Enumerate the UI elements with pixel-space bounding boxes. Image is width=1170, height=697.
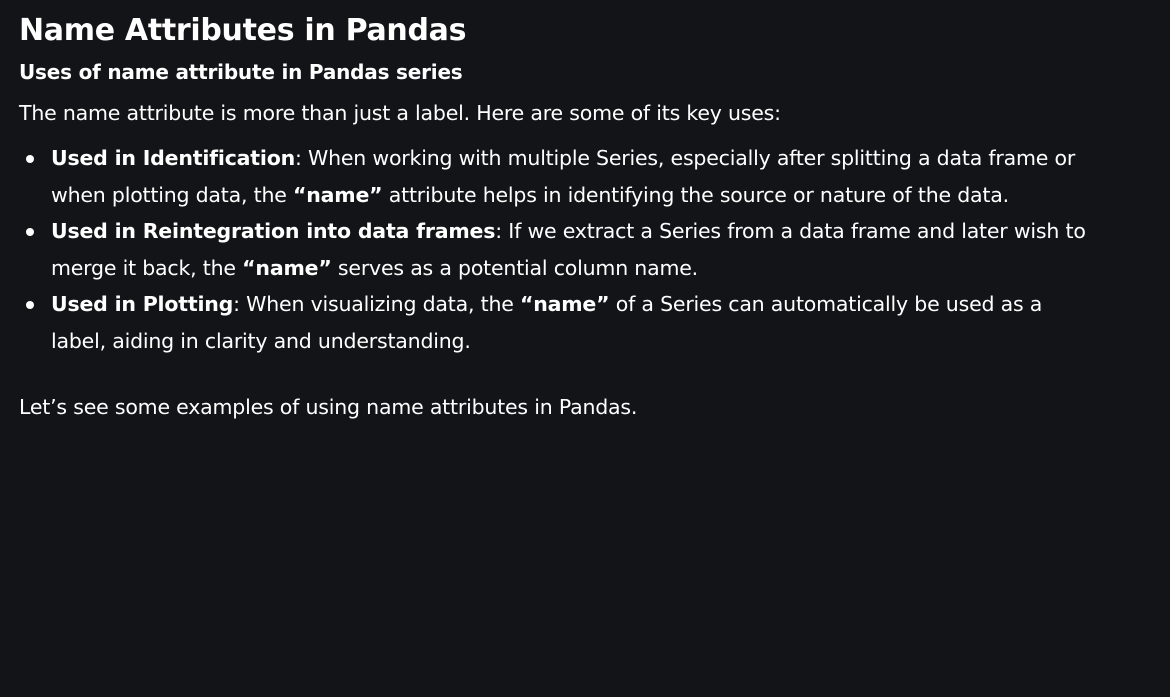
list-item-text: : When visualizing data, the xyxy=(233,292,520,316)
list-item-reintegration: Used in Reintegration into data frames: … xyxy=(26,213,1096,286)
name-emphasis: “name” xyxy=(519,292,610,316)
article-page: Name Attributes in Pandas Uses of name a… xyxy=(0,0,1170,697)
uses-list: Used in Identification: When working wit… xyxy=(19,140,1096,359)
list-item-identification: Used in Identification: When working wit… xyxy=(26,140,1096,213)
section-subtitle: Uses of name attribute in Pandas series xyxy=(19,60,463,84)
list-item-plotting: Used in Plotting: When visualizing data,… xyxy=(26,286,1096,359)
list-item-term: Used in Reintegration into data frames xyxy=(51,219,496,243)
list-item-term: Used in Plotting xyxy=(51,292,234,316)
bullet-icon xyxy=(26,155,34,163)
bullet-icon xyxy=(26,228,34,236)
list-item-term: Used in Identification xyxy=(51,146,295,170)
name-emphasis: “name” xyxy=(242,255,332,280)
list-item-text: attribute helps in identifying the sourc… xyxy=(382,182,1009,207)
list-item-text: serves as a potential column name. xyxy=(331,255,698,280)
bullet-icon xyxy=(26,301,34,309)
intro-paragraph: The name attribute is more than just a l… xyxy=(19,101,781,125)
page-title: Name Attributes in Pandas xyxy=(19,13,467,48)
name-emphasis: “name” xyxy=(293,182,383,207)
outro-paragraph: Let’s see some examples of using name at… xyxy=(19,395,638,419)
